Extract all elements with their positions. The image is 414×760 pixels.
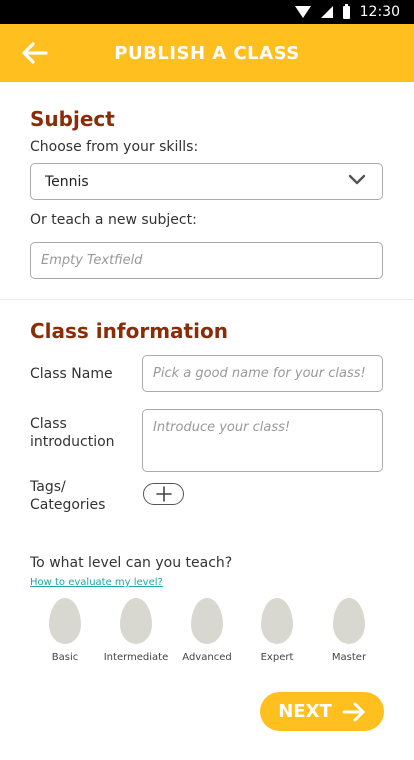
skill-select[interactable]: Tennis [30, 163, 383, 200]
back-button[interactable] [18, 37, 52, 69]
class-name-label: Class Name [30, 366, 113, 382]
level-option-expert[interactable]: Expert [242, 598, 312, 663]
choose-skill-label: Choose from your skills: [30, 139, 199, 155]
egg-icon [191, 598, 223, 644]
class-info-heading: Class information [30, 319, 228, 343]
class-intro-input[interactable] [142, 409, 383, 472]
level-question: To what level can you teach? [30, 555, 233, 571]
page-title: PUBLISH A CLASS [114, 42, 300, 64]
level-label: Intermediate [103, 652, 169, 663]
level-option-advanced[interactable]: Advanced [172, 598, 242, 663]
battery-icon [342, 3, 350, 19]
tags-label-line1: Tags/ [30, 479, 66, 495]
plus-icon [155, 486, 172, 502]
class-name-input[interactable] [142, 355, 383, 392]
level-option-master[interactable]: Master [314, 598, 384, 663]
next-button-label: NEXT [278, 701, 332, 722]
skill-select-value: Tennis [45, 173, 89, 190]
new-subject-input[interactable] [30, 242, 383, 279]
level-selector: Basic Intermediate Advanced Expert Maste… [30, 598, 390, 668]
egg-icon [333, 598, 365, 644]
level-label: Expert [260, 652, 294, 663]
level-label: Advanced [182, 652, 232, 663]
arrow-right-icon [342, 702, 365, 721]
section-divider [0, 299, 414, 300]
next-button[interactable]: NEXT [260, 692, 384, 731]
wifi-icon [294, 6, 311, 18]
class-intro-label-line2: introduction [30, 434, 115, 450]
egg-icon [261, 598, 293, 644]
level-label: Master [331, 652, 367, 663]
level-label: Basic [51, 652, 79, 663]
level-option-basic[interactable]: Basic [30, 598, 100, 663]
new-subject-label: Or teach a new subject: [30, 212, 197, 228]
arrow-left-icon [22, 42, 48, 64]
app-bar: PUBLISH A CLASS [0, 24, 414, 82]
egg-icon [120, 598, 152, 644]
chevron-down-icon [348, 174, 366, 185]
level-option-intermediate[interactable]: Intermediate [101, 598, 171, 663]
tags-label: Tags/ Categories [30, 478, 105, 514]
add-tag-button[interactable] [143, 483, 184, 505]
class-intro-label: Class introduction [30, 415, 115, 451]
evaluate-level-link[interactable]: How to evaluate my level? [30, 577, 163, 588]
tags-label-line2: Categories [30, 497, 106, 513]
subject-heading: Subject [30, 107, 115, 131]
signal-icon [320, 6, 333, 18]
egg-icon [49, 598, 81, 644]
class-intro-label-line1: Class [30, 416, 67, 432]
status-time: 12:30 [359, 4, 400, 20]
status-bar: 12:30 [0, 0, 414, 24]
